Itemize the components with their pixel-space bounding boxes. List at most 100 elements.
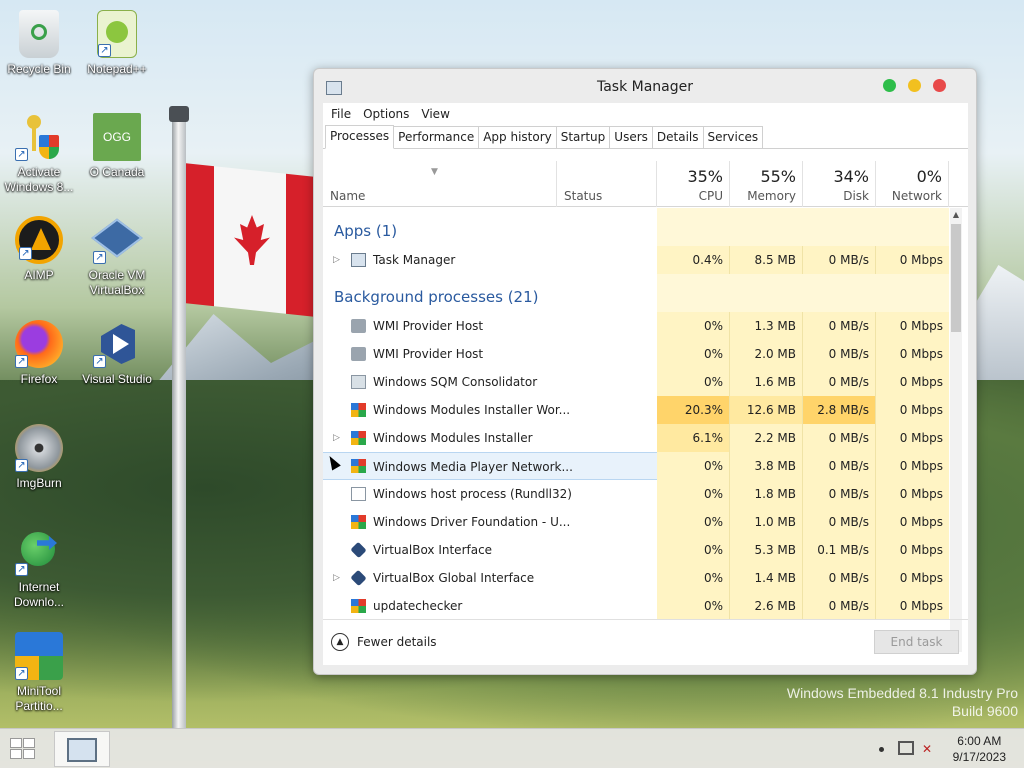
process-row[interactable]: ▷ Windows Modules Installer 6.1% 2.2 MB 0 MB… bbox=[323, 424, 953, 452]
desktop-icon-activate-windows[interactable]: ↗ Activate Windows 8... bbox=[1, 113, 77, 195]
process-name: Windows SQM Consolidator bbox=[373, 375, 538, 389]
tab-services[interactable]: Services bbox=[702, 126, 764, 148]
process-row[interactable]: updatechecker 0% 2.6 MB 0 MB/s 0 Mbps bbox=[323, 592, 953, 620]
process-name: Windows host process (Rundll32) bbox=[373, 487, 572, 501]
tab-details[interactable]: Details bbox=[651, 126, 704, 148]
tab-users[interactable]: Users bbox=[609, 126, 653, 148]
taskbar-task-manager[interactable] bbox=[54, 731, 110, 767]
process-disk: 0 MB/s bbox=[803, 480, 876, 508]
column-header-status[interactable]: Status bbox=[557, 161, 657, 207]
process-cpu: 0.4% bbox=[657, 246, 730, 274]
firefox-icon: ↗ bbox=[15, 320, 63, 368]
menu-file[interactable]: File bbox=[325, 107, 357, 121]
close-button[interactable] bbox=[933, 79, 946, 92]
desktop-icon-firefox[interactable]: ↗ Firefox bbox=[1, 320, 77, 387]
column-header-disk[interactable]: 34% Disk bbox=[803, 161, 876, 207]
task-manager-window[interactable]: Task Manager File Options View Processes… bbox=[313, 68, 977, 675]
windows-logo-icon bbox=[10, 738, 22, 748]
process-row[interactable]: VirtualBox Interface 0% 5.3 MB 0.1 MB/s 0 Mb… bbox=[323, 536, 953, 564]
vertical-scrollbar[interactable]: ▲ ▼ bbox=[950, 208, 962, 652]
process-row[interactable]: WMI Provider Host 0% 2.0 MB 0 MB/s 0 Mbps bbox=[323, 340, 953, 368]
desktop-icon-minitool-partition[interactable]: ↗ MiniTool Partitio... bbox=[1, 632, 77, 714]
desktop-icon-visual-studio[interactable]: ↗ Visual Studio bbox=[79, 320, 155, 387]
desktop-icon-o-canada[interactable]: OGG O Canada bbox=[79, 113, 155, 180]
aimp-icon: ↗ bbox=[15, 216, 63, 264]
title-bar[interactable]: Task Manager bbox=[314, 69, 976, 105]
menu-bar: File Options View bbox=[323, 103, 968, 125]
menu-view[interactable]: View bbox=[415, 107, 455, 121]
process-disk: 0 MB/s bbox=[803, 508, 876, 536]
windows-process-icon bbox=[351, 515, 366, 529]
process-row[interactable]: Windows SQM Consolidator 0% 1.6 MB 0 MB/s 0 … bbox=[323, 368, 953, 396]
key-shield-icon: ↗ bbox=[15, 113, 63, 161]
wallpaper-flagpole-top bbox=[169, 106, 189, 122]
process-name: Windows Modules Installer Wor... bbox=[373, 403, 571, 417]
process-net: 0 Mbps bbox=[876, 564, 949, 592]
process-row[interactable]: ▷Windows Media Player Network...0%3.8 MB… bbox=[323, 452, 953, 480]
system-tray: ✕ 6:00 AM 9/17/2023 bbox=[824, 729, 1024, 768]
desktop-icon-recycle-bin[interactable]: Recycle Bin bbox=[1, 10, 77, 77]
process-mem: 2.2 MB bbox=[730, 424, 803, 452]
desktop-icon-virtualbox[interactable]: ↗ Oracle VM VirtualBox bbox=[79, 216, 155, 298]
document-icon bbox=[351, 487, 366, 501]
process-name: Windows Media Player Network... bbox=[323, 452, 657, 480]
process-row[interactable]: Windows Driver Foundation - U... 0% 1.0 MB… bbox=[323, 508, 953, 536]
column-header-cpu[interactable]: 35% CPU bbox=[657, 161, 730, 207]
process-mem: 5.3 MB bbox=[730, 536, 803, 564]
process-row[interactable]: Windows Modules Installer Wor... 20.3% 12.… bbox=[323, 396, 953, 424]
process-mem: 1.4 MB bbox=[730, 564, 803, 592]
network-icon[interactable] bbox=[898, 741, 914, 755]
desktop-icon-aimp[interactable]: ↗ AIMP bbox=[1, 216, 77, 283]
wallpaper-flagpole bbox=[172, 112, 186, 728]
windows-process-icon bbox=[351, 431, 366, 445]
tab-startup[interactable]: Startup bbox=[555, 126, 611, 148]
clock[interactable]: 6:00 AM 9/17/2023 bbox=[953, 733, 1006, 765]
process-disk: 0 MB/s bbox=[803, 564, 876, 592]
windows-process-icon bbox=[351, 459, 366, 473]
column-header-network[interactable]: 0% Network bbox=[876, 161, 949, 207]
process-net: 0 Mbps bbox=[876, 452, 949, 480]
os-watermark: Windows Embedded 8.1 Industry Pro Build … bbox=[786, 685, 1018, 719]
process-net: 0 Mbps bbox=[876, 424, 949, 452]
process-row[interactable]: Windows host process (Rundll32) 0% 1.8 MB 0… bbox=[323, 480, 953, 508]
process-name: WMI Provider Host bbox=[373, 347, 484, 361]
desktop-icon-internet-download-manager[interactable]: ↗ Internet Downlo... bbox=[1, 528, 77, 610]
process-mem: 1.0 MB bbox=[730, 508, 803, 536]
process-cpu: 0% bbox=[657, 592, 730, 620]
volume-muted-icon[interactable]: ✕ bbox=[922, 741, 938, 757]
minimize-button[interactable] bbox=[908, 79, 921, 92]
tab-app-history[interactable]: App history bbox=[478, 126, 557, 148]
tab-processes[interactable]: Processes bbox=[325, 125, 395, 149]
process-net: 0 Mbps bbox=[876, 508, 949, 536]
desktop-icon-imgburn[interactable]: ↗ ImgBurn bbox=[1, 424, 77, 491]
process-net: 0 Mbps bbox=[876, 592, 949, 620]
ogg-file-icon: OGG bbox=[93, 113, 141, 161]
column-header-memory[interactable]: 55% Memory bbox=[730, 161, 803, 207]
tray-overflow-icon[interactable] bbox=[879, 747, 884, 752]
process-mem: 2.6 MB bbox=[730, 592, 803, 620]
process-row[interactable]: WMI Provider Host 0% 1.3 MB 0 MB/s 0 Mbps bbox=[323, 312, 953, 340]
process-row[interactable]: ▷ Task Manager 0.4% 8.5 MB 0 MB/s 0 Mbps bbox=[323, 246, 953, 274]
process-disk: 0 MB/s bbox=[803, 340, 876, 368]
column-header-name[interactable]: ▼ Name bbox=[323, 161, 557, 207]
maximize-button[interactable] bbox=[883, 79, 896, 92]
process-cpu: 0% bbox=[657, 368, 730, 396]
scroll-up-icon[interactable]: ▲ bbox=[950, 208, 962, 222]
imgburn-icon: ↗ bbox=[15, 424, 63, 472]
tab-performance[interactable]: Performance bbox=[393, 126, 480, 148]
menu-options[interactable]: Options bbox=[357, 107, 415, 121]
process-disk: 2.8 MB/s bbox=[803, 396, 876, 424]
scrollbar-thumb[interactable] bbox=[951, 224, 961, 332]
fewer-details-button[interactable]: ▲ Fewer details bbox=[331, 633, 437, 651]
process-disk: 0 MB/s bbox=[803, 592, 876, 620]
desktop-icon-notepadpp[interactable]: ↗ Notepad++ bbox=[79, 10, 155, 77]
process-disk: 0.1 MB/s bbox=[803, 536, 876, 564]
process-net: 0 Mbps bbox=[876, 312, 949, 340]
start-button[interactable] bbox=[10, 738, 36, 760]
group-header-background: Background processes (21) bbox=[323, 274, 953, 312]
process-row[interactable]: ▷ VirtualBox Global Interface 0% 1.4 MB 0 MB… bbox=[323, 564, 953, 592]
end-task-button[interactable]: End task bbox=[874, 630, 959, 654]
process-cpu: 20.3% bbox=[657, 396, 730, 424]
task-manager-footer: ▲ Fewer details End task bbox=[323, 619, 968, 665]
process-name: Windows Driver Foundation - U... bbox=[373, 515, 571, 529]
